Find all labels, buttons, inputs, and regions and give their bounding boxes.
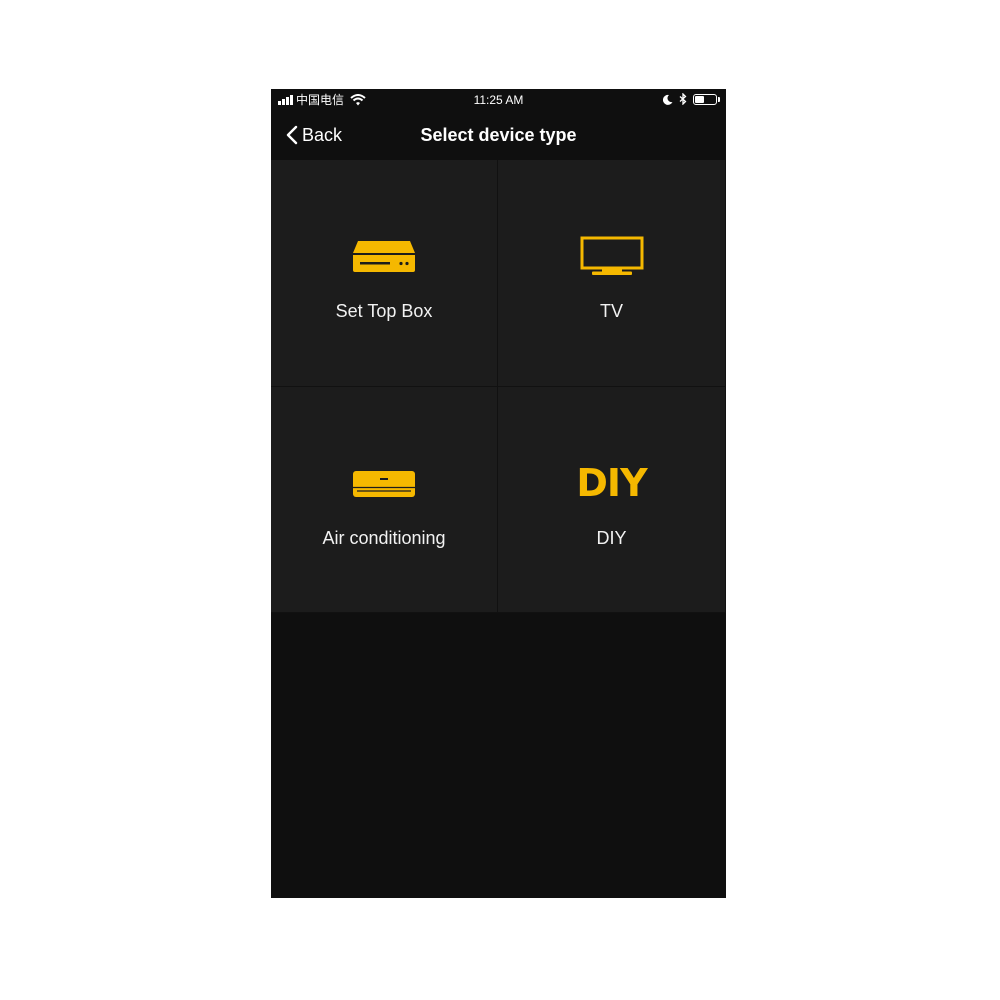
navigation-bar: Back Select device type xyxy=(271,111,726,159)
moon-icon xyxy=(663,94,673,105)
status-bar: 中国电信 11:25 AM xyxy=(271,89,726,111)
tv-icon xyxy=(580,236,643,275)
status-right xyxy=(663,93,720,105)
device-type-grid: Set Top Box TV Air conditioning DIY DIY xyxy=(271,160,726,613)
air-conditioner-icon xyxy=(353,471,415,497)
phone-screen: 中国电信 11:25 AM Back Select device type Se… xyxy=(271,89,726,898)
device-tile-tv[interactable]: TV xyxy=(498,160,726,387)
battery-icon xyxy=(693,93,720,105)
device-tile-air-conditioning[interactable]: Air conditioning xyxy=(271,387,498,613)
device-label: TV xyxy=(599,301,623,321)
set-top-box-icon xyxy=(353,241,415,272)
status-time: 11:25 AM xyxy=(473,93,524,107)
page-title: Select device type xyxy=(420,125,577,145)
diy-icon: DIY xyxy=(576,461,647,505)
device-label: Set Top Box xyxy=(335,301,433,321)
device-label: DIY xyxy=(596,528,627,548)
device-tile-set-top-box[interactable]: Set Top Box xyxy=(271,160,498,387)
device-tile-diy[interactable]: DIY DIY xyxy=(498,387,726,613)
device-label: Air conditioning xyxy=(322,528,446,548)
bluetooth-icon xyxy=(679,93,687,105)
